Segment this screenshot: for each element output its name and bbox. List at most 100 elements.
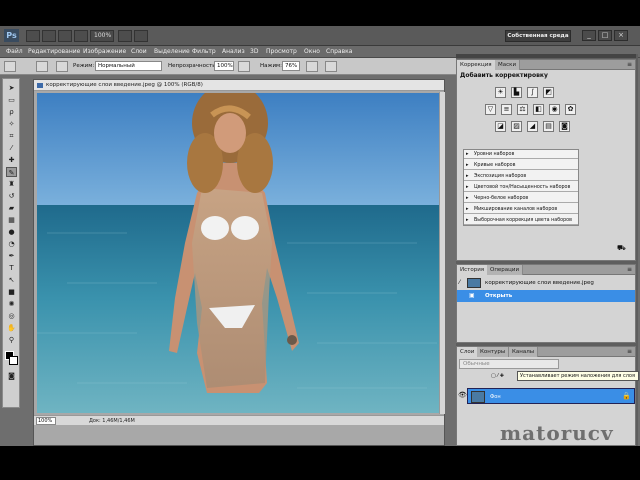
blur-tool-icon[interactable]: ● <box>6 227 17 237</box>
tab-history[interactable]: История <box>457 265 488 275</box>
shape-tool-icon[interactable]: ■ <box>6 287 17 297</box>
path-select-tool-icon[interactable]: ↖ <box>6 275 17 285</box>
truck-icon[interactable]: ⛟ <box>617 244 627 252</box>
pen-tool-icon[interactable]: ✒ <box>6 251 17 261</box>
tab-masks[interactable]: Маски <box>495 60 521 70</box>
image-canvas[interactable] <box>37 93 439 413</box>
zoom-level-select[interactable]: 100% <box>90 30 114 42</box>
vertical-scrollbar[interactable] <box>439 92 445 414</box>
clone-stamp-tool-icon[interactable]: ♜ <box>6 179 17 189</box>
photo-filter-icon[interactable]: ◉ <box>549 104 560 115</box>
channel-mixer-icon[interactable]: ✿ <box>565 104 576 115</box>
eye-visibility-icon[interactable]: 👁 <box>458 390 467 400</box>
bridge-icon[interactable] <box>26 30 40 42</box>
menu-window[interactable]: Окно <box>304 47 320 57</box>
document-tab[interactable]: корректирующие слои введение.jpeg @ 100%… <box>34 80 444 91</box>
brush-preset-icon[interactable] <box>4 61 16 72</box>
eyedropper-tool-icon[interactable]: ⁄ <box>6 143 17 153</box>
minibridge-icon[interactable] <box>42 30 56 42</box>
opacity-input[interactable]: 100% <box>214 61 234 71</box>
eraser-tool-icon[interactable]: ▰ <box>6 203 17 213</box>
history-step[interactable]: ▣ Открыть <box>457 290 635 302</box>
hand-icon[interactable] <box>58 30 72 42</box>
history-snapshot[interactable]: ⁄ корректирующие слои введение.jpeg <box>457 277 635 289</box>
type-tool-icon[interactable]: T <box>6 263 17 273</box>
menu-help[interactable]: Справка <box>326 47 352 57</box>
tab-channels[interactable]: Каналы <box>509 347 539 357</box>
preset-item[interactable]: ▸ Цветовой тон/Насыщенность наборов <box>464 183 578 192</box>
gradient-map-icon[interactable]: ▤ <box>543 121 554 132</box>
healing-tool-icon[interactable]: ✚ <box>6 155 17 165</box>
brush-tool-icon[interactable]: ✎ <box>6 167 17 177</box>
history-brush-tool-icon[interactable]: ↺ <box>6 191 17 201</box>
workspace-button[interactable]: Собственная среда <box>505 30 571 42</box>
hand-tool-icon[interactable]: ✋ <box>6 323 17 333</box>
tab-actions[interactable]: Операции <box>487 265 524 275</box>
menu-select[interactable]: Выделение <box>154 47 190 57</box>
layer-row[interactable]: Фон 🔒 <box>467 388 635 404</box>
menu-filter[interactable]: Фильтр <box>192 47 216 57</box>
brush-size-picker[interactable] <box>36 61 48 72</box>
selective-color-icon[interactable]: ◙ <box>559 121 570 132</box>
arrange-documents-icon[interactable] <box>118 30 132 42</box>
3d-orbit-tool-icon[interactable]: ◎ <box>6 311 17 321</box>
brightness-contrast-icon[interactable]: ☀ <box>495 87 506 98</box>
preset-item[interactable]: ▸ Кривые наборов <box>464 161 578 170</box>
minimize-button[interactable]: _ <box>582 30 596 41</box>
marquee-tool-icon[interactable]: ▭ <box>6 95 17 105</box>
zoom-tool-icon[interactable]: ⚲ <box>6 335 17 345</box>
panel-menu-icon[interactable]: ≡ <box>627 348 632 356</box>
color-balance-icon[interactable]: ⚖ <box>517 104 528 115</box>
3d-rotate-tool-icon[interactable]: ✺ <box>6 299 17 309</box>
panel-menu-icon[interactable]: ≡ <box>627 266 632 274</box>
lasso-tool-icon[interactable]: ρ <box>6 107 17 117</box>
panel-menu-icon[interactable]: ≡ <box>627 61 632 69</box>
crop-tool-icon[interactable]: ⌗ <box>6 131 17 141</box>
screen-mode-icon[interactable] <box>134 30 148 42</box>
preset-item[interactable]: ▸ Уровни наборов <box>464 150 578 159</box>
menu-view[interactable]: Просмотр <box>266 47 297 57</box>
menu-layers[interactable]: Слои <box>131 47 147 57</box>
dodge-tool-icon[interactable]: ◔ <box>6 239 17 249</box>
opacity-pressure-icon[interactable] <box>238 61 250 72</box>
preset-item[interactable]: ▸ Черно-белое наборов <box>464 194 578 203</box>
pen-pressure-icon[interactable] <box>325 61 337 72</box>
menu-3d[interactable]: 3D <box>250 47 258 57</box>
close-button[interactable]: × <box>614 30 628 41</box>
vibrance-icon[interactable]: ▽ <box>485 104 496 115</box>
threshold-icon[interactable]: ◢ <box>527 121 538 132</box>
menu-edit[interactable]: Редактирование <box>28 47 80 57</box>
preset-item[interactable]: ▸ Выборочная коррекция цвета наборов <box>464 216 578 225</box>
quick-mask-icon[interactable]: ◙ <box>6 371 17 381</box>
airbrush-icon[interactable] <box>306 61 318 72</box>
menu-file[interactable]: Файл <box>6 47 23 57</box>
tab-layers[interactable]: Слои <box>457 347 478 357</box>
black-white-icon[interactable]: ◧ <box>533 104 544 115</box>
history-brush-source-icon[interactable]: ⁄ <box>459 277 460 289</box>
tab-paths[interactable]: Контуры <box>477 347 510 357</box>
menu-image[interactable]: Изображение <box>83 47 126 57</box>
pressure-input[interactable]: 76% <box>282 61 300 71</box>
blend-mode-select[interactable]: Обычные <box>459 359 559 369</box>
gradient-tool-icon[interactable]: ▦ <box>6 215 17 225</box>
mode-select[interactable]: Нормальный <box>95 61 162 71</box>
exposure-icon[interactable]: ◩ <box>543 87 554 98</box>
menu-analysis[interactable]: Анализ <box>222 47 245 57</box>
move-tool-icon[interactable]: ➤ <box>6 83 17 93</box>
lock-icons[interactable]: ▢ ⁄ ✚ <box>491 372 511 380</box>
invert-icon[interactable]: ◪ <box>495 121 506 132</box>
document-zoom-input[interactable]: 100% <box>36 417 56 425</box>
posterize-icon[interactable]: ▨ <box>511 121 522 132</box>
maximize-button[interactable]: □ <box>598 30 612 41</box>
hue-saturation-icon[interactable]: ≡ <box>501 104 512 115</box>
brush-panel-icon[interactable] <box>56 61 68 72</box>
document-info[interactable]: Док: 1,46M/1,46M <box>89 416 135 426</box>
zoom-tool-icon[interactable] <box>74 30 88 42</box>
tab-adjustments[interactable]: Коррекция <box>457 60 495 70</box>
preset-item[interactable]: ▸ Экспозиция наборов <box>464 172 578 181</box>
preset-item[interactable]: ▸ Микширование каналов наборов <box>464 205 578 214</box>
levels-icon[interactable]: ▙ <box>511 87 522 98</box>
quick-select-tool-icon[interactable]: ✧ <box>6 119 17 129</box>
dock-header[interactable] <box>456 54 636 58</box>
curves-icon[interactable]: ∫ <box>527 87 538 98</box>
